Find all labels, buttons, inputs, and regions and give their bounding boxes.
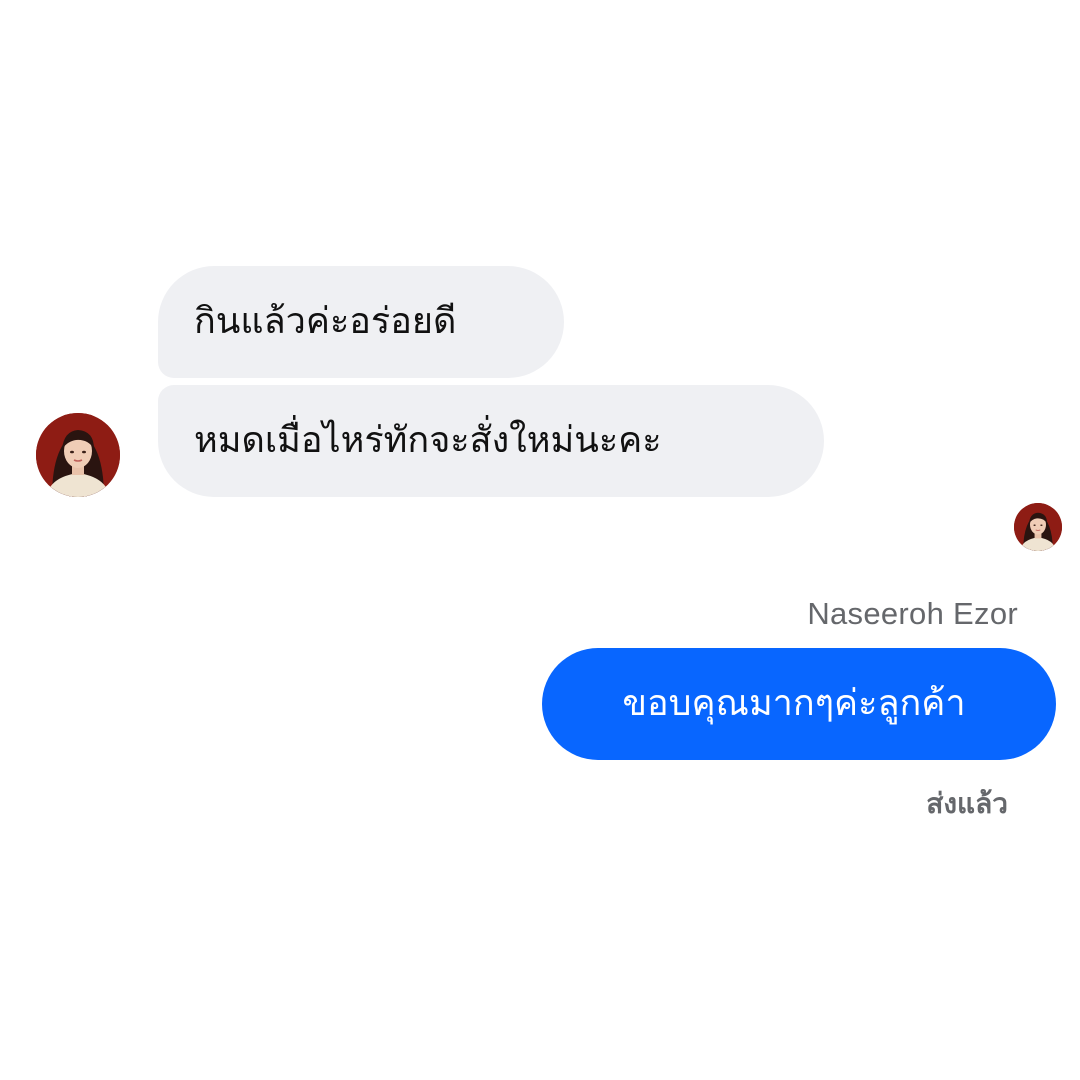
seen-avatar-icon xyxy=(1014,503,1062,551)
avatar-portrait xyxy=(36,413,120,497)
contact-avatar-icon[interactable] xyxy=(36,413,120,497)
message-text: กินแล้วค่ะอร่อยดี xyxy=(194,301,457,342)
chat-thread: กินแล้วค่ะอร่อยดี หมดเมื่อไหร่ทักจะสั่งใ… xyxy=(0,0,1080,1080)
delivery-status: ส่งแล้ว xyxy=(926,787,1008,820)
incoming-message-bubble[interactable]: หมดเมื่อไหร่ทักจะสั่งใหม่นะคะ xyxy=(158,385,824,497)
incoming-message-bubble[interactable]: กินแล้วค่ะอร่อยดี xyxy=(158,266,564,378)
message-text: ขอบคุณมากๆค่ะลูกค้า xyxy=(622,683,966,724)
avatar-portrait xyxy=(1014,503,1062,551)
message-text: หมดเมื่อไหร่ทักจะสั่งใหม่นะคะ xyxy=(194,420,662,461)
sender-name: Naseeroh Ezor xyxy=(807,596,1018,631)
outgoing-message-bubble[interactable]: ขอบคุณมากๆค่ะลูกค้า xyxy=(542,648,1056,760)
